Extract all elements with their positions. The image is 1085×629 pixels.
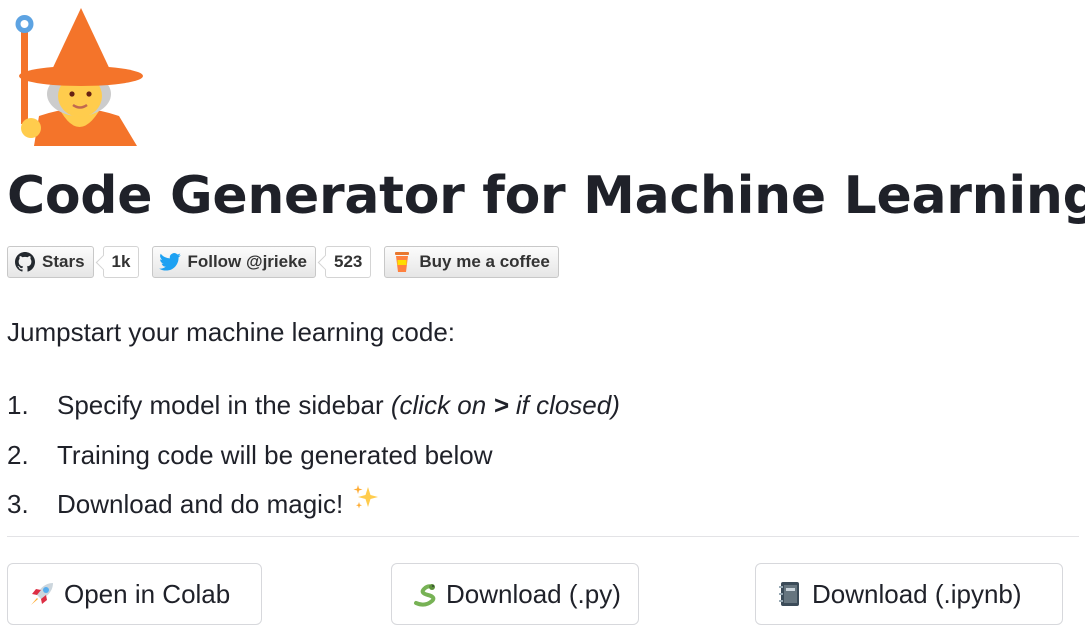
step-number: 2. xyxy=(7,439,29,470)
download-ipynb-label: Download (.ipynb) xyxy=(812,578,1022,609)
intro-text: Jumpstart your machine learning code: xyxy=(7,317,456,347)
buy-me-a-coffee-button[interactable]: Buy me a coffee xyxy=(384,246,559,278)
step-hint: (click on > if closed) xyxy=(390,390,620,420)
sparkles-icon xyxy=(351,482,381,512)
steps-list: 1. Specify model in the sidebar (click o… xyxy=(7,383,620,532)
coffee-label: Buy me a coffee xyxy=(419,252,550,271)
github-icon xyxy=(14,251,36,273)
step-item: 1. Specify model in the sidebar (click o… xyxy=(7,383,620,433)
snake-icon xyxy=(412,580,438,608)
download-py-button[interactable]: Download (.py) xyxy=(391,563,639,625)
step-text: Specify model in the sidebar (click on >… xyxy=(57,390,620,420)
badge-row: Stars 1k Follow @jrieke 523 Buy me a cof… xyxy=(7,245,559,279)
twitter-follow-button[interactable]: Follow @jrieke xyxy=(152,246,317,278)
wizard-emoji-icon xyxy=(15,8,143,146)
notebook-icon xyxy=(776,580,804,608)
page-title: Code Generator for Machine Learning xyxy=(7,166,1085,226)
open-in-colab-button[interactable]: Open in Colab xyxy=(7,563,262,625)
step-text: Download and do magic! xyxy=(57,489,344,519)
twitter-bird-icon xyxy=(159,251,182,273)
open-in-colab-label: Open in Colab xyxy=(64,578,231,609)
coffee-cup-icon xyxy=(391,251,413,273)
download-py-label: Download (.py) xyxy=(446,578,621,609)
github-stars-count[interactable]: 1k xyxy=(102,246,140,278)
divider xyxy=(7,536,1079,537)
twitter-followers-count[interactable]: 523 xyxy=(325,246,372,278)
github-stars-button[interactable]: Stars xyxy=(7,246,94,278)
twitter-follow-label: Follow @jrieke xyxy=(187,252,308,271)
step-item: 3. Download and do magic! xyxy=(7,482,620,532)
rocket-icon xyxy=(28,580,56,608)
github-stars-label: Stars xyxy=(42,252,85,271)
page: Code Generator for Machine Learning Star… xyxy=(7,0,1085,629)
step-number: 1. xyxy=(7,390,29,420)
step-number: 3. xyxy=(7,489,29,519)
step-item: 2. Training code will be generated below xyxy=(7,433,620,483)
download-ipynb-button[interactable]: Download (.ipynb) xyxy=(755,563,1063,625)
step-text: Training code will be generated below xyxy=(57,439,493,470)
